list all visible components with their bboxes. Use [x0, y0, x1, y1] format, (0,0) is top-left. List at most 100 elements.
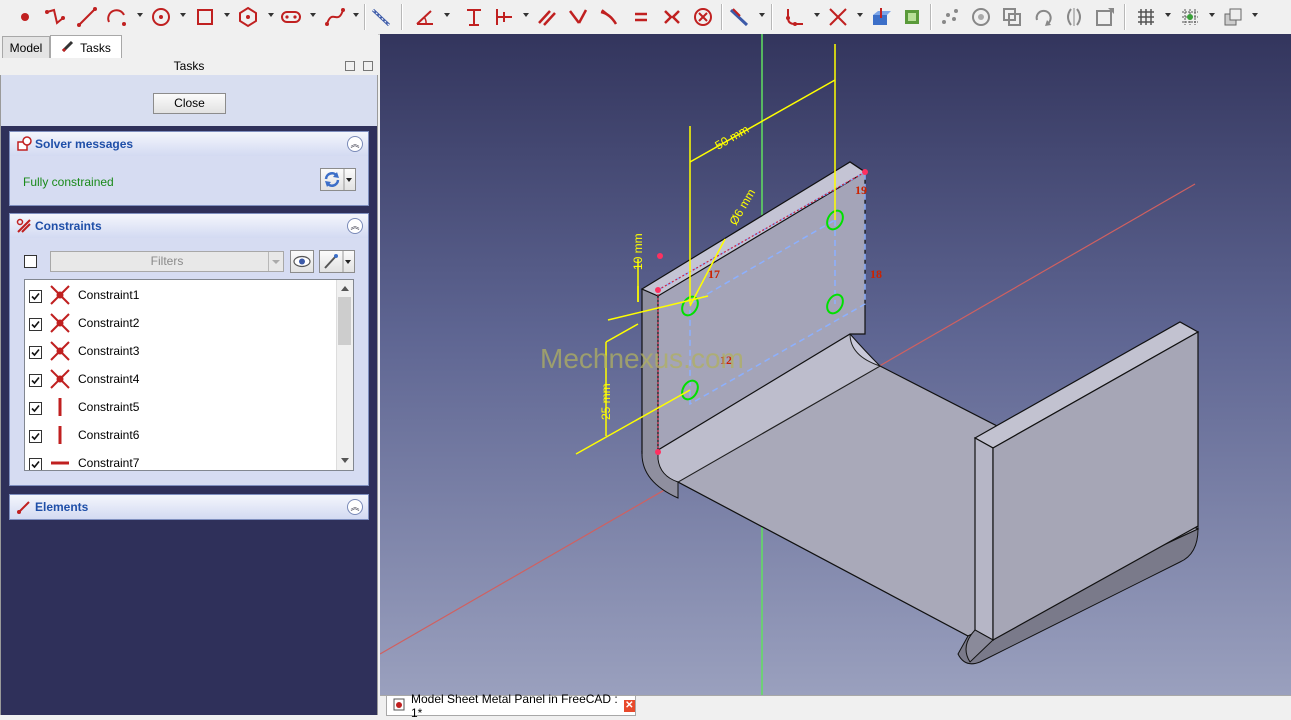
select-constraints-icon[interactable] [937, 4, 963, 30]
freecad-document-icon [393, 698, 406, 714]
sketch-point[interactable] [655, 449, 661, 455]
settings-button[interactable] [319, 250, 355, 273]
filters-dropdown[interactable]: Filters [50, 251, 284, 272]
tab-tasks[interactable]: Tasks [50, 35, 122, 59]
close-panel-icon[interactable] [363, 61, 373, 71]
array-icon[interactable] [1092, 4, 1118, 30]
line-icon[interactable] [74, 4, 100, 30]
clone-icon[interactable] [999, 4, 1025, 30]
trim-dropdown[interactable] [857, 13, 863, 17]
external-geometry-icon[interactable] [368, 4, 394, 30]
rendering-order-dropdown[interactable] [1252, 13, 1258, 17]
circle-icon[interactable] [148, 4, 174, 30]
close-button[interactable]: Close [153, 93, 226, 114]
arc-icon[interactable] [104, 4, 130, 30]
constrain-horizontal-distance-icon[interactable] [491, 4, 517, 30]
tab-model[interactable]: Model [2, 36, 50, 58]
sketch-point[interactable] [862, 169, 868, 175]
constrain-parallel-icon[interactable] [534, 4, 560, 30]
elements-header[interactable]: Elements ︽ [10, 495, 368, 519]
slot-icon[interactable] [278, 4, 304, 30]
select-all-checkbox[interactable] [24, 255, 37, 268]
sketch-point[interactable] [655, 287, 661, 293]
rotate-icon[interactable] [1030, 4, 1056, 30]
constrain-block-icon[interactable] [690, 4, 716, 30]
combo-tabs: Model Tasks [0, 34, 378, 59]
list-item[interactable]: Constraint3 [25, 337, 337, 365]
bspline-dropdown[interactable] [353, 13, 359, 17]
visibility-button[interactable] [290, 250, 314, 273]
document-tab[interactable]: Model Sheet Metal Panel in FreeCAD : 1* … [386, 692, 636, 720]
collapse-icon[interactable]: ︽ [347, 499, 363, 515]
list-item[interactable]: Constraint5 [25, 393, 337, 421]
constrain-angle-icon[interactable] [412, 4, 438, 30]
collapse-icon[interactable]: ︽ [347, 218, 363, 234]
polygon-icon[interactable] [235, 4, 261, 30]
row-checkbox[interactable] [29, 346, 42, 359]
bspline-icon[interactable] [322, 4, 348, 30]
row-checkbox[interactable] [29, 402, 42, 415]
constrain-vertical-distance-icon[interactable] [461, 4, 487, 30]
scroll-up-icon[interactable] [341, 286, 349, 291]
constraints-box: Constraints ︽ Filters Constraint1 Constr… [9, 213, 369, 486]
dimension-hole-spacing[interactable]: 25 mm [599, 383, 613, 420]
external-icon[interactable] [868, 4, 894, 30]
row-checkbox[interactable] [29, 318, 42, 331]
tasks-header: Tasks [0, 58, 378, 75]
elements-box: Elements ︽ [9, 494, 369, 520]
list-item[interactable]: Constraint2 [25, 309, 337, 337]
snap-dropdown[interactable] [1209, 13, 1215, 17]
scene-svg: 50 mm Ø6 mm 10 mm 25 mm 17 19 18 12 Mech… [380, 34, 1200, 695]
slot-dropdown[interactable] [310, 13, 316, 17]
fillet-icon[interactable] [782, 4, 808, 30]
circle-dropdown[interactable] [180, 13, 186, 17]
arc-dropdown[interactable] [137, 13, 143, 17]
row-checkbox[interactable] [29, 430, 42, 443]
constrain-perpendicular-icon[interactable] [565, 4, 591, 30]
scroll-thumb[interactable] [338, 297, 351, 345]
row-checkbox[interactable] [29, 290, 42, 303]
3d-viewport[interactable]: 50 mm Ø6 mm 10 mm 25 mm 17 19 18 12 Mech… [380, 34, 1291, 695]
rectangle-icon[interactable] [192, 4, 218, 30]
constrain-tangent-icon[interactable] [596, 4, 622, 30]
dimension-width[interactable]: 50 mm [713, 122, 752, 152]
list-item[interactable]: Constraint7 [25, 449, 337, 470]
collapse-icon[interactable]: ︽ [347, 136, 363, 152]
snap-icon[interactable] [1177, 4, 1203, 30]
constrain-equal-icon[interactable] [628, 4, 654, 30]
row-checkbox[interactable] [29, 458, 42, 470]
list-item[interactable]: Constraint6 [25, 421, 337, 449]
sketch-point[interactable] [657, 253, 663, 259]
grid-dropdown[interactable] [1165, 13, 1171, 17]
list-scrollbar[interactable] [336, 280, 353, 470]
constraints-header[interactable]: Constraints ︽ [10, 214, 368, 238]
constrain-angle-dropdown[interactable] [444, 13, 450, 17]
auto-update-button[interactable] [320, 168, 356, 191]
close-tab-icon[interactable]: ✕ [623, 699, 635, 712]
coincident-icon [49, 312, 71, 334]
carbon-copy-icon[interactable] [899, 4, 925, 30]
polygon-dropdown[interactable] [268, 13, 274, 17]
solver-messages-header[interactable]: Solver messages ︽ [10, 132, 368, 156]
list-item[interactable]: Constraint1 [25, 281, 337, 309]
list-item[interactable]: Constraint4 [25, 365, 337, 393]
rectangle-dropdown[interactable] [224, 13, 230, 17]
point-icon[interactable] [12, 4, 38, 30]
constraints-list[interactable]: Constraint1 Constraint2 Constraint3 Cons… [24, 279, 354, 471]
toggle-driving-icon[interactable] [726, 4, 752, 30]
close-shape-icon[interactable] [968, 4, 994, 30]
fillet-dropdown[interactable] [814, 13, 820, 17]
polyline-icon[interactable] [42, 4, 68, 30]
trim-icon[interactable] [825, 4, 851, 30]
dimension-top-offset[interactable]: 10 mm [631, 233, 645, 270]
constrain-distance-dropdown[interactable] [523, 13, 529, 17]
constrain-symmetric-icon[interactable] [659, 4, 685, 30]
grid-icon[interactable] [1133, 4, 1159, 30]
rendering-order-icon[interactable] [1220, 4, 1246, 30]
coincident-icon [49, 340, 71, 362]
symmetry-icon[interactable] [1061, 4, 1087, 30]
float-icon[interactable] [345, 61, 355, 71]
row-checkbox[interactable] [29, 374, 42, 387]
scroll-down-icon[interactable] [341, 458, 349, 463]
toggle-driving-dropdown[interactable] [759, 13, 765, 17]
